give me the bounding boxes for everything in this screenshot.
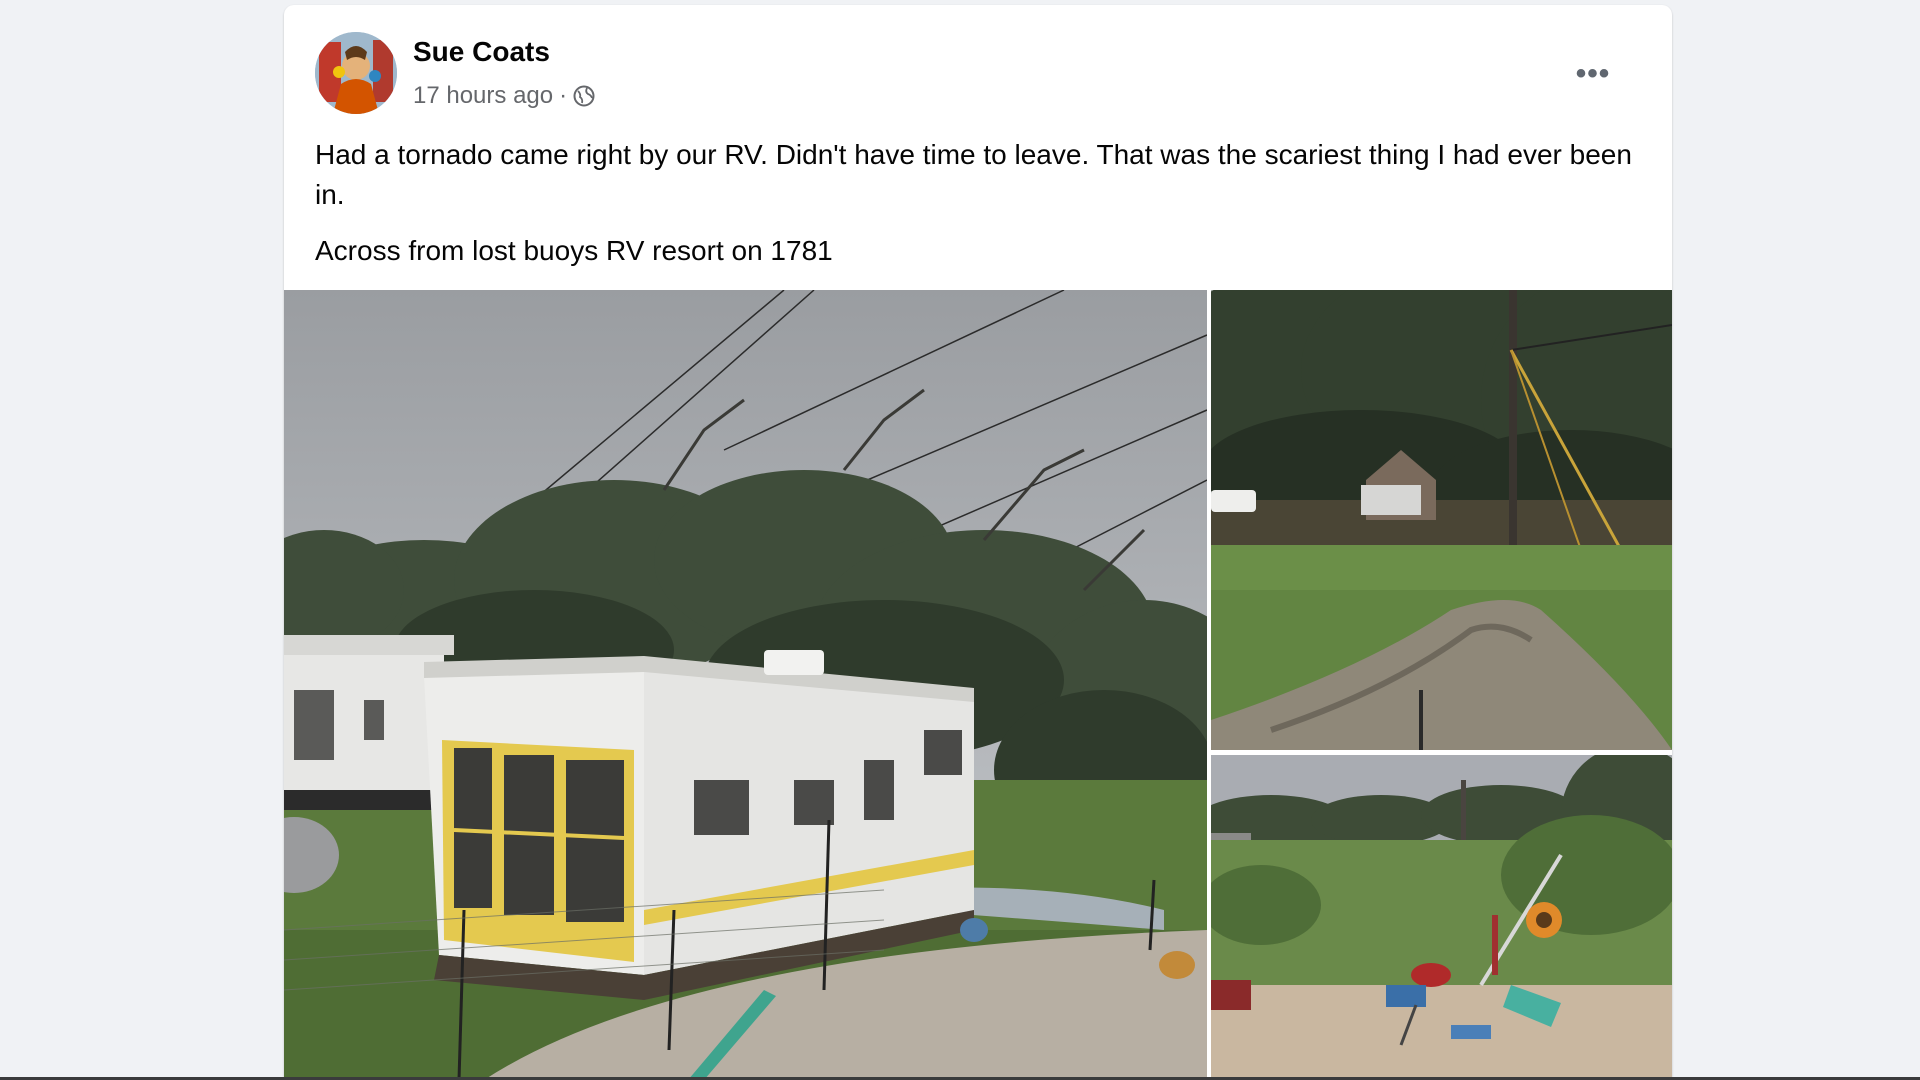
post-photo-top-right[interactable] bbox=[1211, 290, 1672, 750]
post-text-line: Had a tornado came right by our RV. Didn… bbox=[315, 139, 1632, 210]
globe-icon[interactable] bbox=[573, 85, 595, 107]
more-options-icon: ••• bbox=[1575, 57, 1611, 90]
post-text: Had a tornado came right by our RV. Didn… bbox=[315, 135, 1635, 287]
post-timestamp[interactable]: 17 hours ago bbox=[413, 82, 553, 110]
meta-separator: · bbox=[559, 82, 568, 109]
post-photo-main[interactable] bbox=[284, 290, 1207, 1080]
post-header: Sue Coats 17 hours ago · ••• bbox=[284, 5, 1672, 115]
avatar[interactable] bbox=[315, 32, 397, 114]
more-options-button[interactable]: ••• bbox=[1568, 49, 1618, 99]
post-card: Sue Coats 17 hours ago · ••• Had a torna… bbox=[284, 5, 1672, 1080]
post-photo-bottom-right[interactable] bbox=[1211, 755, 1672, 1080]
post-text-line: Across from lost buoys RV resort on 1781 bbox=[315, 235, 833, 266]
post-meta: 17 hours ago · bbox=[413, 81, 595, 111]
author-name[interactable]: Sue Coats bbox=[413, 36, 550, 68]
